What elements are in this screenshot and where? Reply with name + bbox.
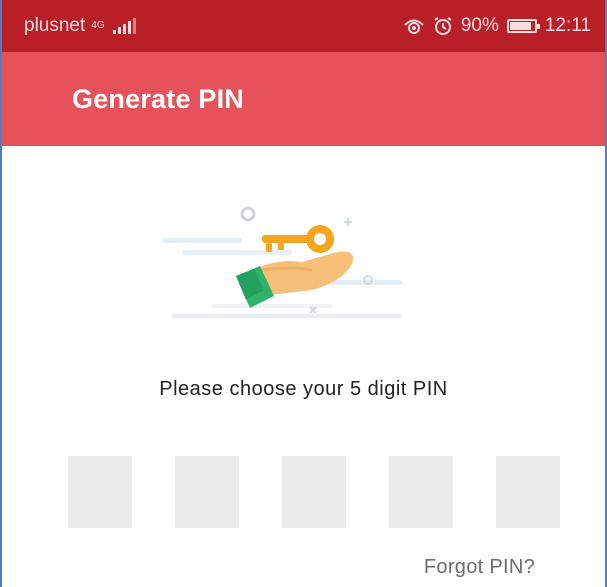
pin-digit-5-input[interactable] — [496, 456, 560, 528]
forgot-pin-link[interactable]: Forgot PIN? — [424, 556, 535, 579]
network-type-badge: 4G — [91, 21, 104, 31]
carrier-label: plusnet — [24, 15, 86, 36]
pin-prompt: Please choose your 5 digit PIN — [159, 378, 448, 400]
battery-icon — [506, 19, 540, 33]
app-bar: Generate PIN — [2, 52, 605, 146]
battery-percent: 90% — [460, 15, 499, 36]
status-bar: plusnet 4G 90% 12:11 — [2, 0, 605, 52]
hand-key-icon — [162, 206, 402, 318]
pin-digit-1-input[interactable] — [68, 456, 132, 528]
pin-digit-4-input[interactable] — [389, 456, 453, 528]
status-left: plusnet 4G — [24, 15, 136, 37]
status-right: 90% 12:11 — [403, 15, 591, 37]
clock: 12:11 — [544, 15, 591, 36]
alarm-icon — [434, 17, 452, 35]
pin-digit-2-input[interactable] — [175, 456, 239, 528]
page-title: Generate PIN — [72, 83, 244, 114]
eye-icon — [404, 19, 424, 34]
signal-icon — [112, 18, 136, 34]
app-window: plusnet 4G 90% 12:11 Generate PIN Please… — [0, 0, 607, 587]
network-type-label: 4G — [91, 20, 105, 31]
battery-level-fill — [509, 22, 532, 30]
pin-digit-3-input[interactable] — [282, 456, 346, 528]
pin-input-group — [68, 456, 560, 528]
